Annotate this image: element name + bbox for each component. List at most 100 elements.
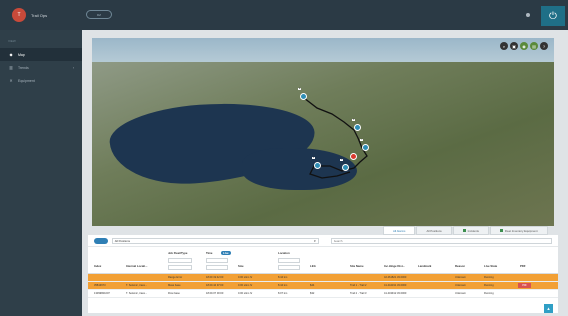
column-header[interactable]: Index <box>94 264 101 268</box>
table-row[interactable]: 35813673 T. Seismic, trace... Mass base … <box>88 282 558 290</box>
table-cell: 13399821007 <box>94 292 110 295</box>
user-name[interactable]: Trail Ops <box>31 13 47 18</box>
column-header[interactable]: Size <box>238 264 244 268</box>
column-header[interactable]: Landmark <box>418 264 431 268</box>
map-pin[interactable] <box>300 93 307 100</box>
table-cell: Running <box>484 292 494 295</box>
map-pin[interactable] <box>342 164 349 171</box>
table-cell: Unknown <box>455 284 466 287</box>
map-pin-label: C <box>360 139 364 141</box>
table-cell: Trail 2 - Trail 3 <box>350 292 367 295</box>
terrain-icon[interactable]: ▤ <box>530 42 538 50</box>
scroll-top-button[interactable]: ▴ <box>544 304 553 313</box>
data-panel: All Positions ▾ Job Fleet/Type Time Live… <box>88 235 558 313</box>
filter-select[interactable] <box>168 258 192 263</box>
table-row[interactable]: 13399821007 T. Seismic, trace... Flow ba… <box>88 290 558 298</box>
tab-incidents[interactable]: Incidents <box>452 226 489 235</box>
table-cell: Running <box>484 284 494 287</box>
incident-swatch-icon <box>462 229 466 232</box>
inventory-swatch-icon <box>499 229 503 232</box>
tab-fleet-inventory[interactable]: Fleet Inventory Equipment <box>489 226 548 235</box>
position-select[interactable]: All Positions ▾ <box>111 237 319 244</box>
table-cell: Running <box>484 276 494 279</box>
map-view[interactable]: A B C D E ⌕ ▣ ◉ ▤ ? <box>92 38 554 226</box>
table-cell: Mass base <box>168 284 181 287</box>
column-header[interactable]: Internal Locati... <box>126 264 147 268</box>
map-pin[interactable] <box>314 162 321 169</box>
filter-select[interactable] <box>168 265 192 270</box>
app-logo: DZ <box>86 10 112 19</box>
sidebar-item-label: Equipment <box>18 78 35 83</box>
map-pin-label: D <box>340 159 344 161</box>
table-row[interactable]: Range Error 18.09 19:42:00 0.00 s/km hr … <box>88 274 558 282</box>
table-cell: $44 <box>310 284 315 287</box>
filter-select[interactable] <box>206 258 228 263</box>
avatar[interactable]: T <box>12 8 26 22</box>
table-cell: Unknown <box>455 276 466 279</box>
column-header[interactable]: PDF <box>520 264 526 268</box>
wrench-icon: ✕ <box>9 78 13 83</box>
panel-tabs: All Alarms All Positions Incidents Fleet… <box>382 226 548 235</box>
sidebar-item-trends[interactable]: ▥ Trends ‹ <box>0 61 82 74</box>
table-cell: 18.09 19:42:00 <box>206 276 224 279</box>
filter-select[interactable] <box>206 265 228 270</box>
status-dot-icon <box>526 13 530 17</box>
table-cell: Range Error <box>168 276 183 279</box>
table-cell: Flow base <box>168 292 180 295</box>
tab-all-positions[interactable]: All Positions <box>416 226 452 235</box>
logout-button[interactable]: ⏻ <box>541 6 565 26</box>
table-cell: 41.444191 33.0000 <box>384 284 407 287</box>
help-icon[interactable]: ? <box>540 42 548 50</box>
sidebar-item-map[interactable]: ◆ Map <box>0 48 82 61</box>
user-menu[interactable]: T Trail Ops <box>12 8 47 22</box>
table-cell: 0.00 s/km hr <box>238 292 253 295</box>
table-cell: $32 <box>310 292 315 295</box>
search-input[interactable] <box>330 237 552 244</box>
pin-icon: ◆ <box>9 52 13 57</box>
filter-select[interactable] <box>278 258 300 263</box>
table-cell: 0.00 s/km hr <box>238 276 253 279</box>
table-cell: 18.09.07 00:00 <box>206 292 224 295</box>
search-icon[interactable]: ⌕ <box>500 42 508 50</box>
table-cell: 18.09.44 97:00 <box>206 284 224 287</box>
column-header[interactable]: LEG <box>310 264 316 268</box>
sidebar: VIEW ◆ Map ▥ Trends ‹ ✕ Equipment <box>0 30 82 316</box>
table-cell: 35813673 <box>94 284 106 287</box>
main-content: A B C D E ⌕ ▣ ◉ ▤ ? All Alarms All Posit… <box>82 30 568 316</box>
map-pin-alert[interactable] <box>350 153 357 160</box>
column-header[interactable]: Reason <box>455 264 465 268</box>
chart-icon: ▥ <box>9 65 13 70</box>
top-bar: T Trail Ops DZ ⏻ <box>0 0 568 30</box>
map-pin[interactable] <box>354 124 361 131</box>
map-toolbar: ⌕ ▣ ◉ ▤ ? <box>500 42 548 50</box>
map-pin-label: E <box>312 157 316 159</box>
table-cell: T. Seismic, trace... <box>126 284 148 287</box>
table-header: Job Fleet/Type Time Live Location Index … <box>88 247 558 274</box>
chevron-down-icon: ▾ <box>314 238 316 243</box>
filter-toggle[interactable] <box>94 237 108 244</box>
map-pin-label: A <box>298 88 302 90</box>
group-header-location: Location <box>278 251 290 255</box>
map-pin-label: B <box>352 119 356 121</box>
column-header[interactable]: Inc.Hinge Dist... <box>384 264 405 268</box>
map-pin[interactable] <box>362 144 369 151</box>
sidebar-item-label: Map <box>18 52 25 57</box>
table-cell: Unknown <box>455 292 466 295</box>
tab-all-alarms[interactable]: All Alarms <box>383 226 416 235</box>
column-header[interactable]: Live State <box>484 264 497 268</box>
layers-icon[interactable]: ▣ <box>510 42 518 50</box>
chevron-icon: ‹ <box>72 65 74 70</box>
table-cell: 8.07 km <box>278 292 288 295</box>
table-cell: 0.00 s/km hr <box>238 284 253 287</box>
table-cell: T. Seismic, trace... <box>126 292 148 295</box>
time-live-badge[interactable]: Live <box>221 251 231 255</box>
table-cell: 41.443912 33.0000 <box>384 292 407 295</box>
table-cell: 8.44 km <box>278 284 288 287</box>
pdf-button[interactable]: PDF <box>518 283 531 288</box>
group-header-time: Time <box>206 251 213 255</box>
sidebar-item-equipment[interactable]: ✕ Equipment <box>0 74 82 87</box>
filter-select[interactable] <box>278 265 300 270</box>
globe-icon[interactable]: ◉ <box>520 42 528 50</box>
column-header[interactable]: Site Name <box>350 264 364 268</box>
group-header-job: Job Fleet/Type <box>168 251 188 255</box>
